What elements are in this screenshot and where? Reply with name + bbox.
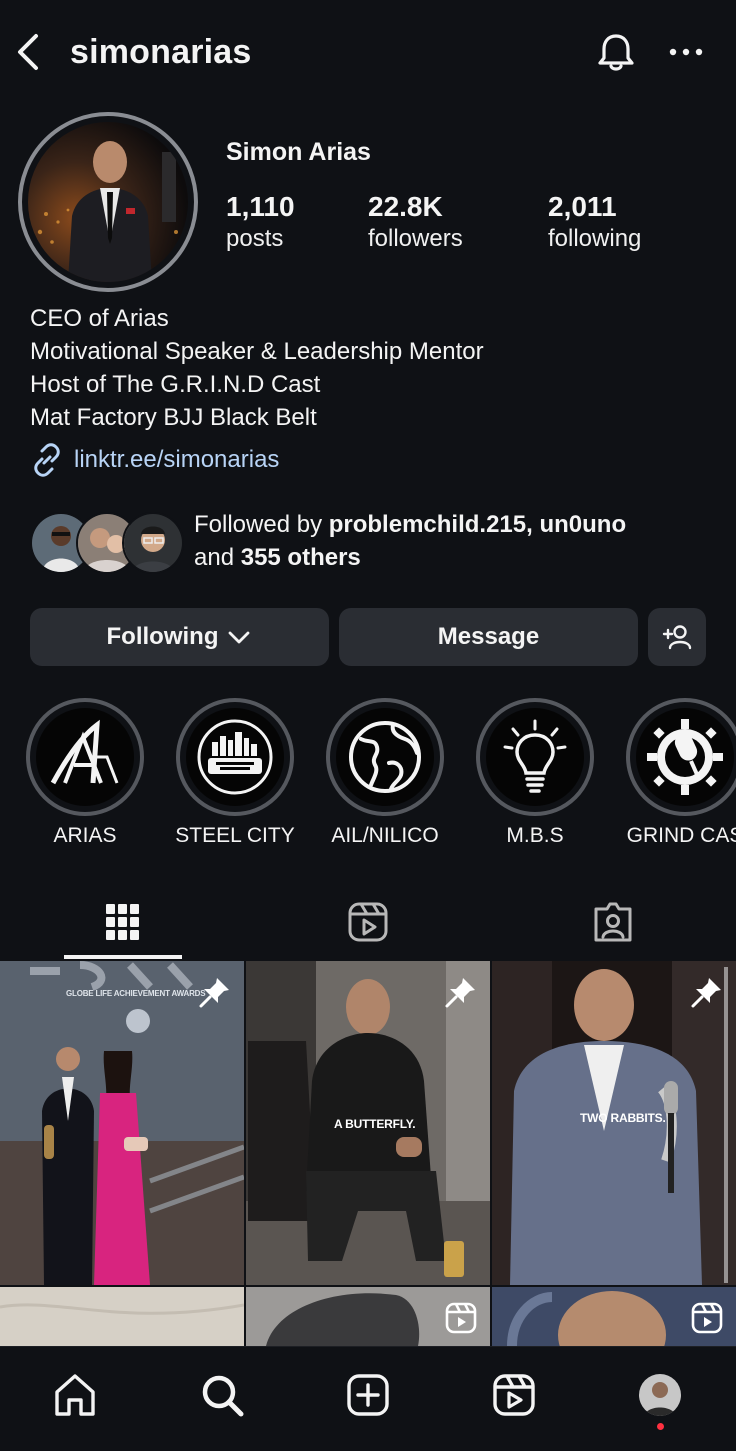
bio-line: Mat Factory BJJ Black Belt [30, 404, 317, 431]
search-icon [202, 1375, 244, 1417]
post-tile-6[interactable] [492, 1287, 736, 1346]
highlight-arias[interactable]: ARIAS [17, 698, 167, 858]
stat-followers[interactable]: 22.8K followers [368, 190, 463, 254]
reel-badge-icon [691, 1302, 723, 1334]
followed-by-text[interactable]: Followed by problemchild.215, un0uno and… [194, 508, 714, 574]
nav-create[interactable] [338, 1367, 398, 1423]
post-tile-2[interactable]: A BUTTERFLY. [246, 961, 490, 1285]
profile-header-bar: simonarias [0, 0, 736, 100]
highlight-label: GRIND CAS [626, 824, 736, 847]
bio-line: CEO of Arias [30, 305, 169, 332]
post-photo-award-gala [0, 961, 244, 1285]
stat-posts-count: 1,110 [226, 191, 295, 222]
reels-icon [493, 1374, 535, 1416]
pin-icon [445, 978, 475, 1008]
stat-following-label: following [548, 225, 642, 252]
chevron-down-icon [229, 631, 250, 644]
add-user-icon [662, 625, 692, 650]
bio-line: Host of The G.R.I.N.D Cast [30, 371, 321, 398]
tab-posts-grid[interactable] [0, 884, 245, 960]
post-tile-5[interactable] [246, 1287, 490, 1346]
post-tile-3[interactable]: TWO RABBITS. [492, 961, 736, 1285]
tab-tagged[interactable] [490, 884, 735, 960]
bottom-navigation [0, 1346, 736, 1451]
reel-badge-icon [445, 1302, 477, 1334]
microphone-gear-icon [636, 708, 734, 806]
stat-posts[interactable]: 1,110 posts [226, 190, 295, 254]
notification-dot [657, 1423, 664, 1430]
tab-reels[interactable] [245, 884, 490, 960]
profile-display-name: Simon Arias [226, 138, 371, 166]
highlight-steel-city[interactable]: STEEL CITY [167, 698, 317, 858]
plus-square-icon [347, 1374, 389, 1416]
chevron-left-icon [18, 34, 38, 70]
nav-home[interactable] [45, 1367, 105, 1423]
notifications-button[interactable] [594, 30, 638, 74]
post-overlay-text: TWO RABBITS. [580, 1111, 666, 1125]
globe-icon [336, 708, 434, 806]
back-button[interactable] [12, 32, 48, 72]
bell-icon [598, 34, 634, 71]
profile-bio: CEO of Arias Motivational Speaker & Lead… [30, 302, 720, 434]
profile-avatar[interactable] [28, 122, 188, 282]
reels-icon [348, 902, 387, 942]
suggested-accounts-button[interactable] [648, 608, 706, 666]
link-icon [34, 443, 60, 477]
highlight-mbs[interactable]: M.B.S [467, 698, 617, 858]
following-button-label: Following [106, 623, 219, 650]
following-button[interactable]: Following [30, 608, 329, 666]
stat-followers-count: 22.8K [368, 191, 443, 222]
profile-tabs [0, 884, 736, 960]
home-icon [55, 1374, 95, 1416]
active-tab-indicator [64, 955, 182, 959]
stat-following[interactable]: 2,011 following [548, 190, 641, 254]
post-tile-4[interactable] [0, 1287, 244, 1346]
highlight-ail-nilico[interactable]: AIL/NILICO [317, 698, 467, 858]
post-photo-paper-texture [0, 1287, 244, 1346]
grid-icon [105, 904, 139, 940]
stat-following-count: 2,011 [548, 191, 617, 222]
stat-followers-label: followers [368, 225, 463, 252]
tagged-user-icon [594, 902, 631, 942]
mutual-follower-avatar [122, 512, 184, 574]
message-button-label: Message [437, 623, 540, 650]
more-options-button[interactable] [664, 30, 708, 74]
post-overlay-text: GLOBE LIFE ACHIEVEMENT AWARDS [66, 989, 206, 998]
followed-by-prefix: Followed by [194, 511, 329, 538]
nav-profile[interactable] [630, 1367, 690, 1423]
followed-by-names: problemchild.215, un0uno [328, 511, 627, 538]
arias-logo-icon [36, 708, 134, 806]
nav-reels[interactable] [484, 1367, 544, 1423]
message-button[interactable]: Message [339, 608, 638, 666]
highlight-grind-cast[interactable]: GRIND CAS [617, 698, 736, 858]
followed-by-and: and [194, 544, 241, 571]
post-tile-1[interactable]: GLOBE LIFE ACHIEVEMENT AWARDS [0, 961, 244, 1285]
profile-link[interactable]: linktr.ee/simonarias [30, 442, 279, 478]
bio-line: Motivational Speaker & Leadership Mentor [30, 338, 484, 365]
pin-icon [199, 978, 229, 1008]
steel-city-impact-icon [186, 708, 284, 806]
followed-by-others: 355 others [240, 544, 361, 571]
profile-avatar-icon [639, 1374, 681, 1416]
nav-search[interactable] [192, 1367, 252, 1423]
lightbulb-icon [486, 708, 584, 806]
pin-icon [691, 978, 721, 1008]
more-horizontal-icon [669, 48, 703, 56]
profile-link-text[interactable]: linktr.ee/simonarias [74, 446, 279, 474]
mutual-followers-avatars[interactable] [30, 512, 184, 574]
stat-posts-label: posts [226, 225, 284, 252]
post-overlay-text: A BUTTERFLY. [334, 1117, 416, 1131]
profile-username: simonarias [70, 33, 252, 71]
